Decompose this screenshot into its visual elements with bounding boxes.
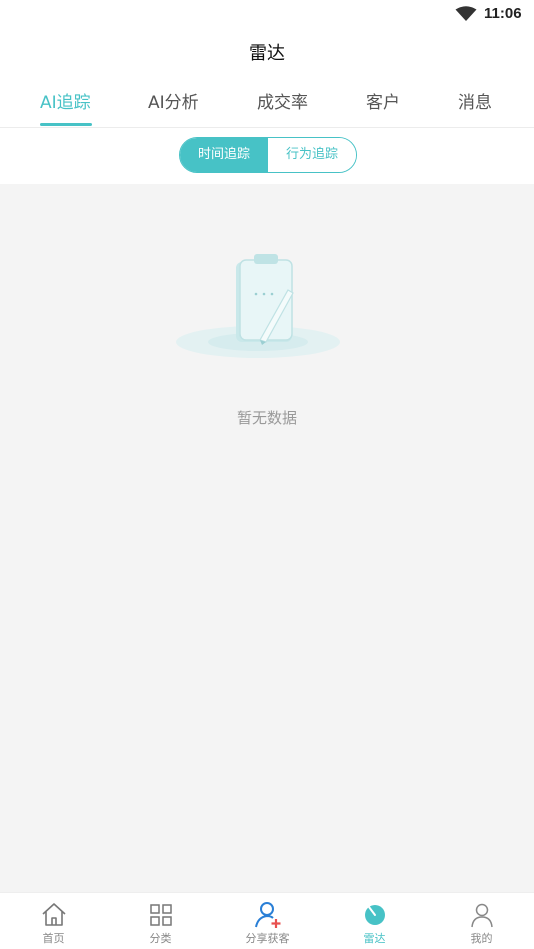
tab-conversion-rate[interactable]: 成交率 bbox=[257, 88, 308, 113]
status-bar: 11:06 bbox=[0, 0, 534, 28]
time-tracking-button[interactable]: 时间追踪 bbox=[180, 138, 268, 172]
add-user-icon bbox=[255, 902, 281, 928]
tab-messages[interactable]: 消息 bbox=[458, 88, 492, 113]
content-area: 暂无数据 bbox=[0, 184, 534, 892]
bottom-navigation: 首页 分类 分享获客 雷达 我的 bbox=[0, 892, 534, 949]
nav-home-label: 首页 bbox=[42, 932, 65, 945]
nav-radar-label: 雷达 bbox=[363, 932, 386, 945]
tab-ai-analysis[interactable]: AI分析 bbox=[148, 88, 199, 113]
nav-mine-label: 我的 bbox=[470, 932, 493, 945]
wifi-icon bbox=[455, 6, 477, 21]
empty-state-text: 暂无数据 bbox=[236, 409, 297, 427]
nav-home[interactable]: 首页 bbox=[0, 893, 107, 949]
user-icon bbox=[471, 903, 493, 928]
page-title: 雷达 bbox=[249, 43, 285, 64]
empty-clipboard-icon bbox=[176, 254, 340, 358]
nav-share[interactable]: 分享获客 bbox=[214, 893, 321, 949]
behavior-tracking-button[interactable]: 行为追踪 bbox=[268, 138, 356, 172]
nav-radar[interactable]: 雷达 bbox=[321, 893, 428, 949]
grid-icon bbox=[150, 904, 172, 926]
top-tabs: AI追踪 AI分析 成交率 客户 消息 bbox=[0, 74, 534, 128]
active-tab-indicator bbox=[40, 123, 92, 126]
nav-category[interactable]: 分类 bbox=[107, 893, 214, 949]
segment-bar: 时间追踪 行为追踪 bbox=[0, 128, 534, 184]
home-icon bbox=[42, 903, 66, 926]
radar-icon bbox=[365, 905, 385, 925]
tab-customers[interactable]: 客户 bbox=[366, 88, 400, 113]
nav-mine[interactable]: 我的 bbox=[428, 893, 534, 949]
title-bar: 雷达 bbox=[0, 28, 534, 74]
status-time: 11:06 bbox=[484, 5, 522, 22]
tracking-mode-switch: 时间追踪 行为追踪 bbox=[179, 137, 357, 173]
nav-share-label: 分享获客 bbox=[245, 932, 290, 945]
tab-ai-tracking[interactable]: AI追踪 bbox=[40, 88, 91, 113]
nav-category-label: 分类 bbox=[149, 932, 172, 945]
